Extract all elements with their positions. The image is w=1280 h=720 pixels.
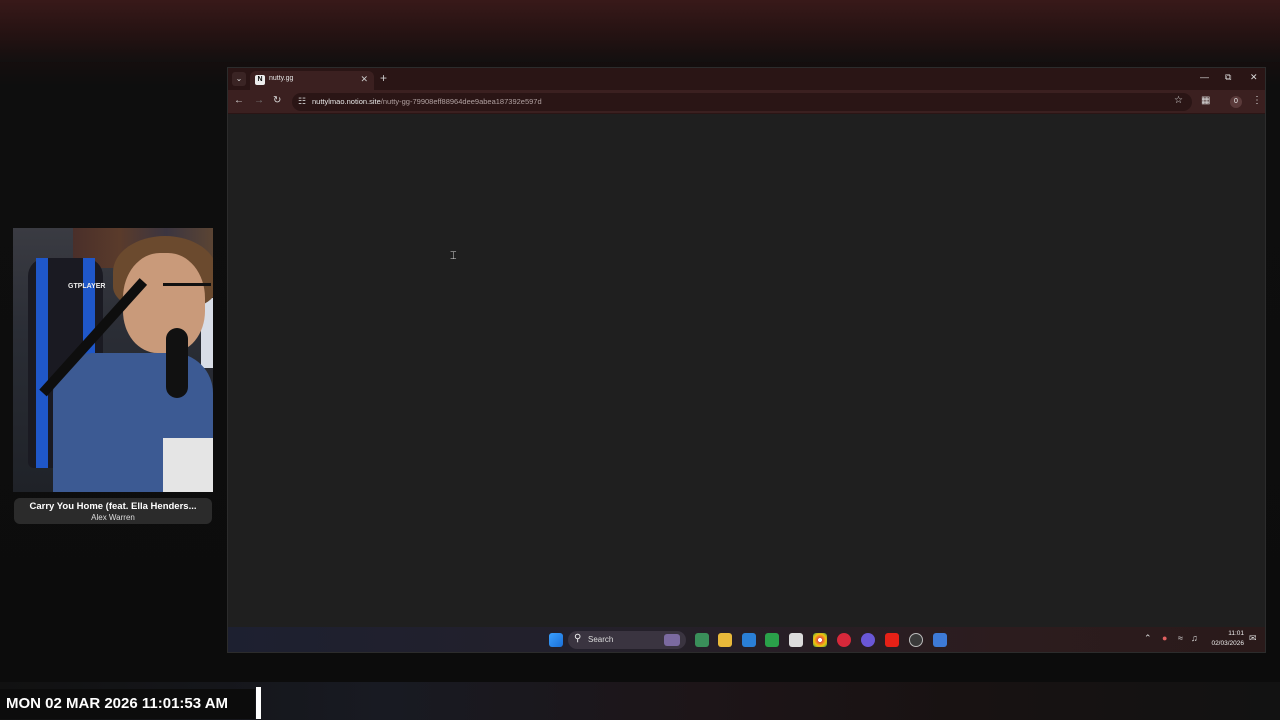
obs-icon[interactable] xyxy=(909,633,923,647)
chair-logo: GTPLAYER xyxy=(68,283,106,290)
url-text: nuttylmao.notion.site/nutty-gg-79908eff8… xyxy=(312,97,542,106)
browser-toolbar: ← → ↻ ☷ nuttylmao.notion.site/nutty-gg-7… xyxy=(228,90,1265,114)
person-head xyxy=(123,253,205,353)
start-windows-icon[interactable] xyxy=(549,633,563,647)
menu-kebab-icon[interactable]: ⋮ xyxy=(1252,95,1262,106)
notification-icon[interactable]: ✉ xyxy=(1249,633,1257,644)
notion-favicon-icon: N xyxy=(255,75,265,85)
green-app-icon[interactable] xyxy=(765,633,779,647)
overlay-clock-divider xyxy=(256,687,261,719)
tab-search-dropdown-icon[interactable]: ⌄ xyxy=(232,72,246,86)
chrome-icon[interactable] xyxy=(813,633,827,647)
text-cursor-icon: ⌶ xyxy=(450,250,457,262)
youtube-icon[interactable] xyxy=(885,633,899,647)
close-window-icon[interactable]: ✕ xyxy=(1250,72,1258,83)
extensions-icon[interactable]: ▦ xyxy=(1201,95,1210,106)
taskbar-search[interactable]: ⚲ Search xyxy=(568,631,686,649)
notion-icon[interactable] xyxy=(789,633,803,647)
webcam-feed: GTPLAYER xyxy=(13,228,213,492)
tab-title: nutty.gg xyxy=(269,75,294,82)
notepad-icon[interactable] xyxy=(695,633,709,647)
desk xyxy=(163,438,213,492)
windows-taskbar: ⚲ Search ⌃ ● ≈ ♫ 11:01 02/03/2026 ✉ xyxy=(228,627,1265,652)
taskbar-date[interactable]: 02/03/2026 xyxy=(1208,640,1244,647)
file-explorer-icon[interactable] xyxy=(718,633,732,647)
purple-app-icon[interactable] xyxy=(861,633,875,647)
address-bar[interactable]: ☷ nuttylmao.notion.site/nutty-gg-79908ef… xyxy=(292,93,1192,111)
reload-icon[interactable]: ↻ xyxy=(273,95,281,106)
browser-window: ⌄ N nutty.gg ✕ + — ⧉ ✕ ← → ↻ ☷ nuttylmao… xyxy=(227,67,1266,653)
glasses xyxy=(163,283,211,291)
restore-icon[interactable]: ⧉ xyxy=(1225,72,1231,83)
back-icon[interactable]: ← xyxy=(234,95,244,106)
profile-avatar[interactable]: 0 xyxy=(1230,96,1242,108)
volume-icon[interactable]: ♫ xyxy=(1191,633,1198,643)
forward-icon[interactable]: → xyxy=(254,95,264,106)
url-path: /nutty-gg-79908eff88964dee9abea187392e59… xyxy=(380,97,542,106)
search-label: Search xyxy=(588,635,614,644)
overlay-clock-bar: MON 02 MAR 2026 11:01:53 AM xyxy=(0,689,255,719)
page-content[interactable]: ⌶ xyxy=(228,115,1265,627)
taskbar-time[interactable]: 11:01 xyxy=(1224,630,1244,637)
now-playing-title: Carry You Home (feat. Ella Henders... xyxy=(29,501,197,512)
tray-overflow-chevron-icon[interactable]: ⌃ xyxy=(1144,633,1152,644)
screen: GTPLAYER Carry You Home (feat. Ella Hend… xyxy=(0,0,1280,720)
blurred-background-top xyxy=(0,0,1280,62)
minimize-icon[interactable]: — xyxy=(1200,72,1209,82)
microphone-icon[interactable]: ● xyxy=(1162,633,1167,643)
blue-app-icon[interactable] xyxy=(933,633,947,647)
new-tab-icon[interactable]: + xyxy=(380,71,387,85)
tab-close-icon[interactable]: ✕ xyxy=(360,74,368,85)
tab-nutty-gg[interactable]: N nutty.gg ✕ xyxy=(250,71,374,90)
now-playing-artist: Alex Warren xyxy=(91,513,135,522)
overlay-clock: MON 02 MAR 2026 11:01:53 AM xyxy=(6,695,229,712)
media-player-icon[interactable] xyxy=(837,633,851,647)
vscode-icon[interactable] xyxy=(742,633,756,647)
search-highlight-icon xyxy=(664,634,680,646)
url-host: nuttylmao.notion.site xyxy=(312,97,381,106)
now-playing-widget: Carry You Home (feat. Ella Henders... Al… xyxy=(14,498,212,524)
wifi-icon[interactable]: ≈ xyxy=(1178,633,1183,643)
bookmark-star-icon[interactable]: ☆ xyxy=(1174,95,1183,106)
site-info-icon[interactable]: ☷ xyxy=(298,96,306,107)
tab-strip: ⌄ N nutty.gg ✕ + — ⧉ ✕ xyxy=(228,68,1265,90)
search-icon: ⚲ xyxy=(574,633,582,644)
microphone xyxy=(166,328,188,398)
chair-stripe xyxy=(36,258,48,468)
